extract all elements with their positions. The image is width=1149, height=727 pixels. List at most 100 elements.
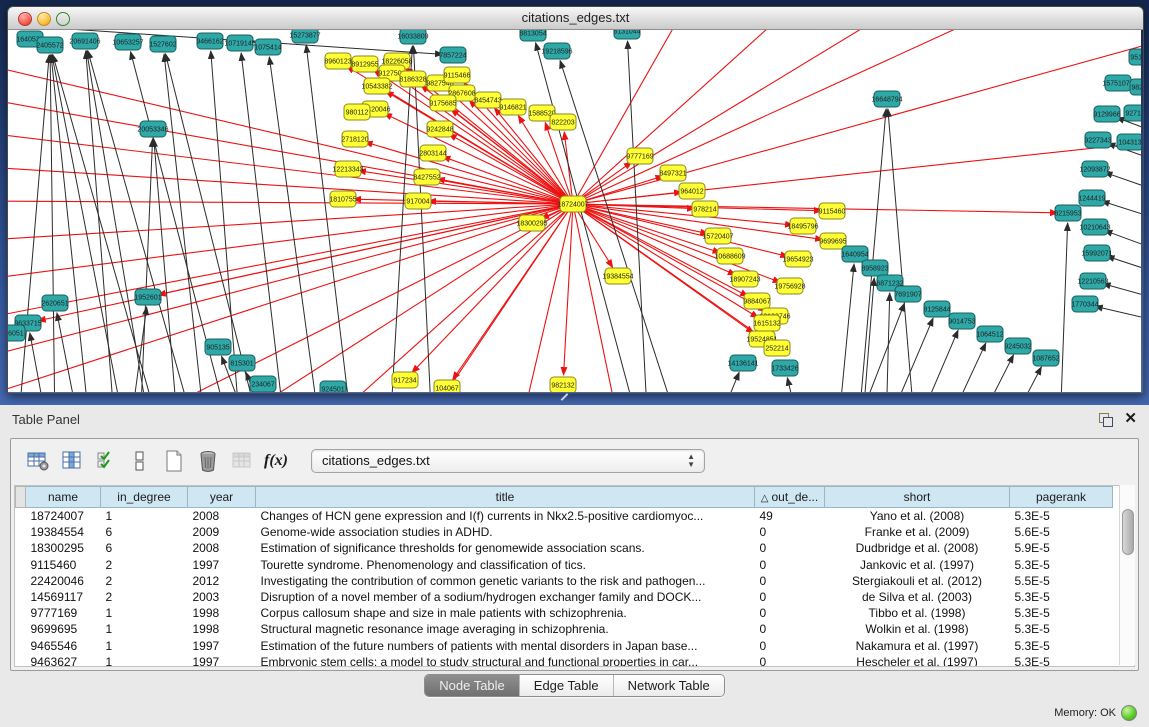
table-cell[interactable]: Embryonic stem cells: a model to study s… (256, 654, 755, 667)
table-cell[interactable]: Stergiakouli et al. (2012) (825, 573, 1010, 589)
graph-edge[interactable] (412, 204, 573, 373)
table-cell[interactable]: 1 (101, 605, 188, 621)
column-header-pagerank[interactable]: pagerank (1010, 487, 1113, 508)
table-cell[interactable]: 0 (755, 524, 825, 540)
table-mode-icon[interactable] (23, 447, 53, 475)
table-cell[interactable]: 49 (755, 508, 825, 525)
graph-edge[interactable] (915, 330, 958, 392)
table-cell[interactable]: Nakamura et al. (1997) (825, 638, 1010, 654)
table-scrollbar[interactable] (1119, 485, 1135, 665)
graph-edge[interactable] (573, 41, 1141, 204)
table-cell[interactable]: 0 (755, 605, 825, 621)
close-window-button[interactable] (18, 12, 32, 26)
table-cell[interactable]: 9115460 (26, 557, 101, 573)
graph-edge[interactable] (1104, 172, 1141, 191)
table-row[interactable]: 1938455462009Genome-wide association stu… (16, 524, 1113, 540)
graph-edge[interactable] (390, 46, 412, 392)
table-select-dropdown[interactable]: citations_edges.txt ▲▼ (311, 449, 705, 473)
graph-edge[interactable] (220, 204, 573, 392)
column-header-year[interactable]: year (188, 487, 256, 508)
column-header-in-degree[interactable]: in_degree (101, 487, 188, 508)
table-cell[interactable]: 9465546 (26, 638, 101, 654)
tab-node-table[interactable]: Node Table (425, 675, 519, 696)
table-row[interactable]: 1872400712008Changes of HCN gene express… (16, 508, 1113, 525)
table-cell[interactable]: 2008 (188, 508, 256, 525)
table-cell[interactable]: 0 (755, 557, 825, 573)
table-cell[interactable]: 2012 (188, 573, 256, 589)
table-cell[interactable]: de Silva et al. (2003) (825, 589, 1010, 605)
table-cell[interactable]: 5.3E-5 (1010, 508, 1113, 525)
graph-edge[interactable] (130, 307, 147, 392)
table-cell[interactable]: 5.3E-5 (1010, 589, 1113, 605)
table-cell[interactable]: Tibbo et al. (1998) (825, 605, 1010, 621)
table-cell[interactable]: 1998 (188, 621, 256, 637)
graph-edge[interactable] (945, 343, 986, 392)
table-row[interactable]: 911546021997Tourette syndrome. Phenomeno… (16, 557, 1113, 573)
table-cell[interactable]: 6 (101, 524, 188, 540)
function-builder-icon[interactable]: f(x) (261, 447, 291, 475)
table-cell[interactable]: 5.3E-5 (1010, 621, 1113, 637)
table-cell[interactable]: Estimation of significance thresholds fo… (256, 540, 755, 556)
table-cell[interactable]: 9463627 (26, 654, 101, 667)
table-cell[interactable]: Yano et al. (2008) (825, 508, 1010, 525)
column-header-title[interactable]: title (256, 487, 755, 508)
graph-edge[interactable] (1008, 367, 1041, 392)
table-cell[interactable]: 5.3E-5 (1010, 654, 1113, 667)
graph-edge[interactable] (1103, 284, 1141, 299)
graph-edge[interactable] (573, 204, 613, 268)
graph-edge[interactable] (8, 61, 573, 204)
graph-edge[interactable] (838, 264, 854, 392)
table-cell[interactable]: 9777169 (26, 605, 101, 621)
column-header-out-de-[interactable]: △out_de... (755, 487, 825, 508)
table-cell[interactable]: 9699695 (26, 621, 101, 637)
table-cell[interactable]: 0 (755, 540, 825, 556)
minimize-window-button[interactable] (37, 12, 51, 26)
table-cell[interactable]: 2009 (188, 524, 256, 540)
table-cell[interactable]: 5.5E-5 (1010, 573, 1113, 589)
table-cell[interactable]: 19384554 (26, 524, 101, 540)
zoom-window-button[interactable] (56, 12, 70, 26)
table-cell[interactable]: 2 (101, 573, 188, 589)
table-cell[interactable]: 1997 (188, 557, 256, 573)
table-cell[interactable]: 5.3E-5 (1010, 557, 1113, 573)
table-row[interactable]: 2242004622012Investigating the contribut… (16, 573, 1113, 589)
table-cell[interactable]: Hescheler et al. (1997) (825, 654, 1010, 667)
table-cell[interactable]: 1 (101, 508, 188, 525)
graph-edge[interactable] (8, 204, 573, 392)
table-row[interactable]: 1830029562008Estimation of significance … (16, 540, 1113, 556)
graph-edge[interactable] (715, 372, 739, 392)
table-cell[interactable]: Structural magnetic resonance image aver… (256, 621, 755, 637)
graph-edge[interactable] (269, 57, 320, 392)
graph-edge[interactable] (120, 204, 573, 392)
graph-edge[interactable] (975, 355, 1013, 392)
graph-edge[interactable] (888, 109, 915, 392)
tab-network-table[interactable]: Network Table (613, 675, 724, 696)
table-cell[interactable]: Investigating the contribution of common… (256, 573, 755, 589)
table-cell[interactable]: 2003 (188, 589, 256, 605)
graph-edge[interactable] (358, 171, 573, 204)
table-cell[interactable]: 1997 (188, 638, 256, 654)
table-row[interactable]: 1456911722003Disruption of a novel membe… (16, 589, 1113, 605)
table-cell[interactable]: 2 (101, 589, 188, 605)
table-cell[interactable]: 2 (101, 557, 188, 573)
table-row[interactable]: 969969511998Structural magnetic resonanc… (16, 621, 1113, 637)
show-column-icon[interactable] (57, 447, 87, 475)
tab-edge-table[interactable]: Edge Table (519, 675, 613, 696)
rows-icon[interactable] (125, 447, 155, 475)
table-cell[interactable]: Estimation of the future numbers of pati… (256, 638, 755, 654)
network-canvas[interactable]: 1872400718300295896012389129551822605891… (8, 30, 1141, 392)
table-cell[interactable]: Wolkin et al. (1998) (825, 621, 1010, 637)
delete-column-icon[interactable] (193, 447, 223, 475)
graph-edge[interactable] (8, 204, 573, 361)
table-cell[interactable]: Tourette syndrome. Phenomenology and cla… (256, 557, 755, 573)
table-cell[interactable]: 18724007 (26, 508, 101, 525)
graph-edge[interactable] (413, 46, 432, 392)
graph-edge[interactable] (787, 378, 800, 392)
graph-edge[interactable] (862, 278, 874, 392)
graph-edge[interactable] (1060, 223, 1068, 392)
graph-edge[interactable] (154, 139, 178, 392)
table-cell[interactable]: 0 (755, 654, 825, 667)
table-cell[interactable]: 5.3E-5 (1010, 638, 1113, 654)
table-cell[interactable]: Dudbridge et al. (2008) (825, 540, 1010, 556)
graph-edge[interactable] (57, 313, 80, 392)
